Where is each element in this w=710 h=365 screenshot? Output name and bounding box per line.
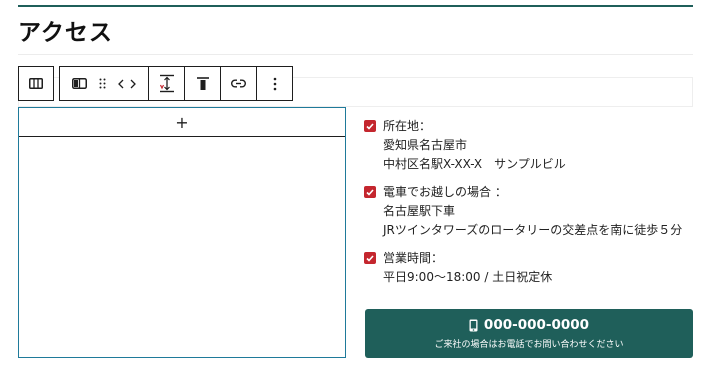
info-item-hours: 営業時間： 平日9:00～18:00 / 土日祝定休 xyxy=(364,249,694,287)
more-options-icon xyxy=(273,77,277,91)
more-options-button[interactable] xyxy=(257,67,292,100)
vertical-spacing-button[interactable] xyxy=(149,67,184,100)
align-top-icon xyxy=(196,76,209,91)
info-label: 電車でお越しの場合 ： xyxy=(383,185,507,199)
checkbox-icon xyxy=(364,252,376,264)
info-line: JRツインタワーズのロータリーの交差点を南に徒歩５分 xyxy=(383,223,683,237)
align-top-button[interactable] xyxy=(185,67,220,100)
info-item-train: 電車でお越しの場合 ： 名古屋駅下車 JRツインタワーズのロータリーの交差点を南… xyxy=(364,183,694,240)
info-line: 愛知県名古屋市 xyxy=(383,138,468,152)
block-controls xyxy=(60,67,148,100)
block-toolbar xyxy=(59,66,293,101)
phone-line: 000-000-0000 xyxy=(365,317,693,333)
checkbox-icon xyxy=(364,186,376,198)
link-button[interactable] xyxy=(221,67,256,100)
top-accent-rule xyxy=(18,5,693,7)
page-heading: アクセス xyxy=(18,20,113,46)
info-item-address: 所在地： 愛知県名古屋市 中村区名駅X-XX-X サンプルビル xyxy=(364,117,694,174)
phone-note: ご来社の場合はお電話でお問い合わせください xyxy=(434,340,624,350)
map-block[interactable]: + xyxy=(18,107,346,358)
drag-handle-icon[interactable] xyxy=(99,78,106,89)
info-line: 中村区名駅X-XX-X サンプルビル xyxy=(383,157,566,171)
checkbox-icon xyxy=(364,120,376,132)
plus-icon: + xyxy=(175,112,189,132)
info-label: 所在地： xyxy=(383,119,432,133)
select-parent-button[interactable] xyxy=(18,66,54,101)
heading-divider xyxy=(18,54,693,55)
info-label: 営業時間： xyxy=(383,251,444,265)
block-type-icon[interactable] xyxy=(72,78,87,89)
move-arrows-icon[interactable] xyxy=(118,79,136,89)
phone-number: 000-000-0000 xyxy=(483,317,590,333)
link-icon xyxy=(231,79,246,88)
smartphone-icon xyxy=(469,319,478,332)
columns-icon xyxy=(29,74,43,93)
phone-contact-button[interactable]: 000-000-0000 ご来社の場合はお電話でお問い合わせください xyxy=(365,309,693,358)
vertical-spacing-icon xyxy=(159,74,175,93)
access-info-list: 所在地： 愛知県名古屋市 中村区名駅X-XX-X サンプルビル 電車でお越しの場… xyxy=(364,117,694,287)
info-line: 名古屋駅下車 xyxy=(383,204,456,218)
info-line: 平日9:00～18:00 / 土日祝定休 xyxy=(383,270,553,284)
add-block-button[interactable]: + xyxy=(19,108,345,137)
